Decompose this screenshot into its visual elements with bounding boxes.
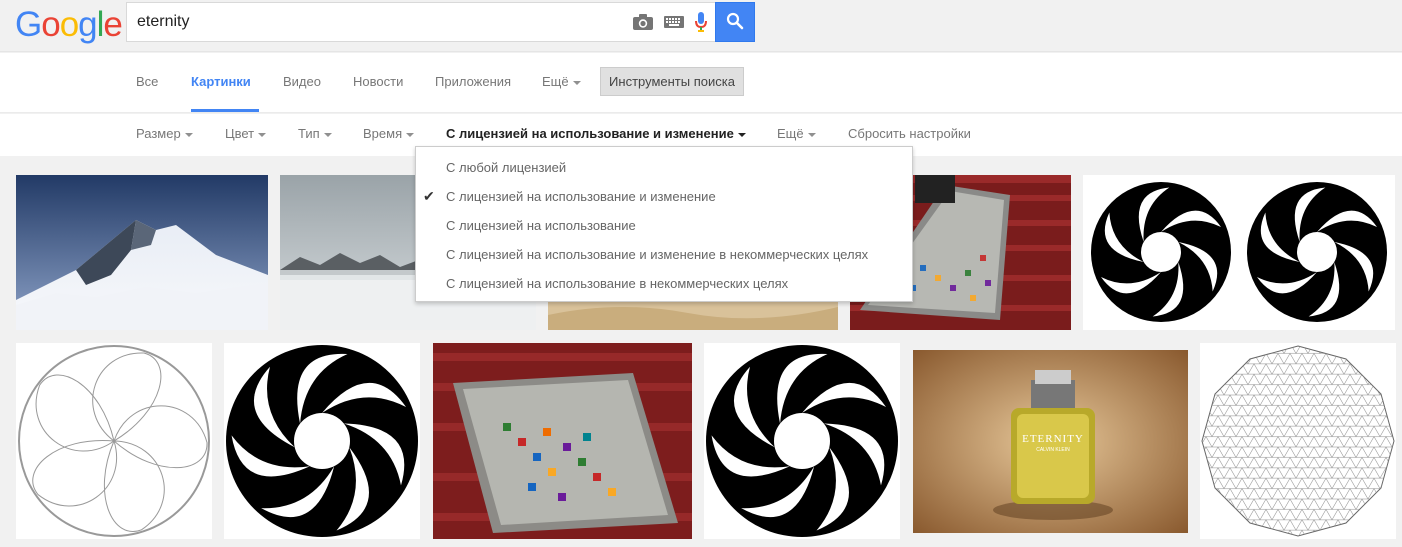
image-result-flower-outline[interactable]	[16, 343, 212, 539]
image-result-perfume-bottle[interactable]: ETERNITY CALVIN KLEIN	[913, 350, 1188, 533]
filter-color-label: Цвет	[225, 126, 255, 141]
logo-letter: g	[78, 5, 97, 44]
tab-apps[interactable]: Приложения	[435, 53, 511, 112]
google-logo[interactable]: Google	[15, 5, 123, 45]
filter-size[interactable]: Размер	[136, 114, 193, 156]
license-option-any[interactable]: С любой лицензией	[416, 153, 912, 182]
bottle-sub-text: CALVIN KLEIN	[1036, 447, 1070, 453]
search-button[interactable]	[715, 2, 755, 42]
image-result-double-spiral[interactable]	[1083, 175, 1395, 330]
filter-type[interactable]: Тип	[298, 114, 332, 156]
filter-type-label: Тип	[298, 126, 320, 141]
search-tools-button[interactable]: Инструменты поиска	[600, 67, 744, 96]
logo-letter: o	[41, 5, 60, 44]
license-option-label: С лицензией на использование и изменение	[446, 189, 716, 204]
license-dropdown-menu: С любой лицензией ✔ С лицензией на исполь…	[415, 146, 913, 302]
logo-letter: l	[96, 5, 105, 44]
image-result-board-game-2[interactable]	[433, 343, 692, 539]
search-icon	[726, 12, 744, 33]
filter-time-label: Время	[363, 126, 403, 141]
license-option-label: С лицензией на использование	[446, 218, 636, 233]
chevron-down-icon	[737, 132, 746, 137]
license-option-reuse[interactable]: С лицензией на использование	[416, 211, 912, 240]
microphone-icon[interactable]	[694, 11, 708, 36]
chevron-down-icon	[406, 132, 415, 137]
search-box	[126, 2, 716, 42]
license-option-reuse-modify-noncommercial[interactable]: С лицензией на использование и изменение…	[416, 240, 912, 269]
header: Google	[0, 0, 1402, 52]
chevron-down-icon	[323, 132, 332, 137]
tab-video[interactable]: Видео	[283, 53, 321, 112]
filter-time[interactable]: Время	[363, 114, 415, 156]
tab-news[interactable]: Новости	[353, 53, 403, 112]
logo-letter: o	[59, 5, 79, 44]
tab-more[interactable]: Ещё	[542, 53, 581, 112]
search-tabs: Все Картинки Видео Новости Приложения Ещ…	[0, 53, 1402, 113]
search-input[interactable]	[137, 3, 617, 41]
tab-all[interactable]: Все	[136, 53, 158, 112]
license-option-label: С лицензией на использование и изменение…	[446, 247, 869, 262]
tab-images[interactable]: Картинки	[191, 53, 259, 112]
filter-license-label: С лицензией на использование и изменение	[446, 126, 734, 141]
logo-letter: G	[15, 5, 42, 44]
license-option-label: С любой лицензией	[446, 160, 567, 175]
chevron-down-icon	[184, 132, 193, 137]
filter-more-label: Ещё	[777, 126, 804, 141]
tab-more-label: Ещё	[542, 74, 569, 89]
logo-letter: e	[103, 5, 122, 44]
camera-icon[interactable]	[632, 13, 654, 34]
search-tools	[632, 11, 708, 36]
license-option-reuse-noncommercial[interactable]: С лицензией на использование в некоммерч…	[416, 269, 912, 298]
chevron-down-icon	[258, 132, 267, 137]
checkmark-icon: ✔	[423, 188, 435, 204]
image-result-spiral[interactable]	[224, 343, 420, 539]
image-result-polygon-grid[interactable]	[1200, 343, 1396, 539]
keyboard-icon[interactable]	[664, 15, 684, 32]
chevron-down-icon	[807, 132, 816, 137]
license-option-reuse-modify[interactable]: ✔ С лицензией на использование и изменени…	[416, 182, 912, 211]
filter-color[interactable]: Цвет	[225, 114, 267, 156]
image-result-mountain[interactable]	[16, 175, 268, 330]
license-option-label: С лицензией на использование в некоммерч…	[446, 276, 789, 291]
bottle-brand-text: ETERNITY	[1022, 433, 1084, 445]
filter-size-label: Размер	[136, 126, 181, 141]
image-result-spiral-2[interactable]	[704, 343, 900, 539]
chevron-down-icon	[572, 80, 581, 85]
